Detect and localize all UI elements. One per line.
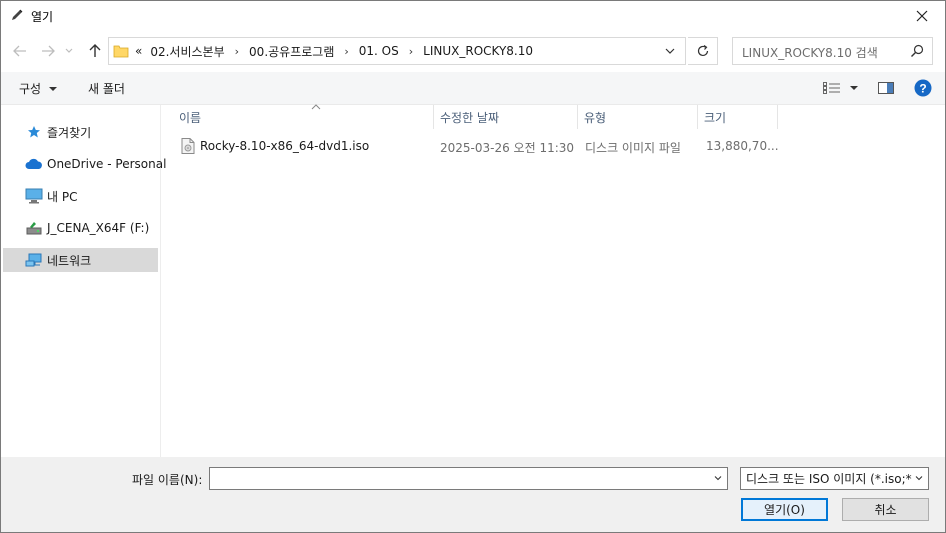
breadcrumb-separator-icon[interactable]: › [235, 45, 239, 58]
search-box[interactable]: LINUX_ROCKY8.10 검색 [732, 37, 933, 65]
preview-pane-button[interactable] [878, 78, 894, 98]
sidebar-item-this-pc[interactable]: 내 PC [3, 184, 158, 208]
help-button[interactable]: ? [914, 78, 932, 98]
new-folder-button[interactable]: 새 폴더 [88, 80, 125, 97]
column-header-size-label: 크기 [704, 110, 727, 125]
file-type: 디스크 이미지 파일 [585, 141, 681, 155]
file-list: 이름 수정한 날짜 유형 크기 Rocky-8.10-x86_64-dvd1.i… [161, 104, 945, 457]
column-header-type-label: 유형 [584, 110, 607, 125]
navigation-pane: 즐겨찾기 OneDrive - Personal 내 PC J_CENA_X64… [1, 105, 166, 457]
open-button[interactable]: 열기(O) [741, 498, 828, 521]
breadcrumb-separator-icon[interactable]: › [344, 45, 348, 58]
sidebar-item-drive-f[interactable]: J_CENA_X64F (F:) [3, 216, 158, 240]
breadcrumb-item[interactable]: 01. OS [359, 44, 399, 58]
breadcrumb-separator-icon[interactable]: › [409, 45, 413, 58]
preview-pane-icon [878, 82, 894, 94]
forward-arrow-icon [42, 45, 55, 57]
disc-image-file-icon [181, 138, 195, 154]
sidebar-item-label: 즐겨찾기 [47, 125, 92, 140]
back-button[interactable] [9, 39, 31, 63]
sidebar-item-favorites[interactable]: 즐겨찾기 [3, 120, 158, 144]
filename-label: 파일 이름(N): [132, 473, 203, 487]
up-button[interactable] [84, 39, 106, 63]
filetype-select[interactable]: 디스크 또는 ISO 이미지 (*.iso;* [740, 467, 929, 490]
chevron-down-icon [65, 48, 73, 53]
address-bar[interactable]: « 02.서비스본부 › 00.공유프로그램 › 01. OS › LINUX_… [108, 37, 686, 65]
svg-text:?: ? [919, 82, 926, 96]
column-header-name-label: 이름 [179, 110, 202, 125]
cloud-icon [25, 156, 43, 172]
back-arrow-icon [13, 45, 26, 57]
chevron-down-icon[interactable] [713, 473, 723, 483]
filetype-value: 디스크 또는 ISO 이미지 (*.iso;* [746, 472, 912, 486]
dialog-title: 열기 [31, 10, 54, 24]
column-header-size[interactable]: 크기 [698, 105, 778, 129]
column-header-name[interactable]: 이름 [173, 104, 434, 129]
close-icon [916, 10, 928, 22]
search-placeholder: LINUX_ROCKY8.10 검색 [742, 46, 878, 60]
breadcrumb-item[interactable]: 02.서비스본부 [150, 43, 224, 60]
network-icon [25, 252, 43, 268]
dialog-footer: 파일 이름(N): 디스크 또는 ISO 이미지 (*.iso;* 열기(O) … [1, 457, 945, 532]
organize-label: 구성 [19, 82, 42, 96]
forward-button[interactable] [37, 39, 59, 63]
breadcrumb-item-current[interactable]: LINUX_ROCKY8.10 [423, 44, 533, 58]
close-button[interactable] [899, 1, 945, 31]
folder-icon [113, 45, 129, 58]
file-modified: 2025-03-26 오전 11:30 [440, 141, 575, 155]
sidebar-item-label: 네트워크 [47, 253, 92, 268]
search-icon [911, 44, 924, 57]
details-view-icon [823, 82, 840, 94]
column-header-modified[interactable]: 수정한 날짜 [434, 105, 578, 129]
sidebar-item-label: 내 PC [47, 189, 78, 204]
help-icon: ? [914, 79, 932, 97]
chevron-down-icon [850, 86, 858, 90]
file-row[interactable]: Rocky-8.10-x86_64-dvd1.iso 2025-03-26 오전… [179, 135, 779, 157]
column-header-type[interactable]: 유형 [578, 105, 698, 129]
organize-menu[interactable]: 구성 [19, 80, 58, 97]
title-bar: 열기 [1, 1, 945, 31]
sidebar-item-network[interactable]: 네트워크 [3, 248, 158, 272]
refresh-icon [697, 45, 708, 57]
view-options-button[interactable] [823, 78, 859, 98]
up-arrow-icon [89, 44, 101, 57]
sort-ascending-icon [311, 104, 321, 110]
star-icon [25, 124, 43, 140]
file-size: 13,880,70... [706, 139, 779, 153]
chevron-down-icon [914, 473, 924, 483]
cancel-button[interactable]: 취소 [842, 498, 929, 521]
new-folder-label: 새 폴더 [88, 82, 125, 96]
column-header-modified-label: 수정한 날짜 [440, 110, 500, 125]
breadcrumb-item[interactable]: 00.공유프로그램 [249, 43, 334, 60]
filename-input[interactable] [209, 467, 728, 490]
sidebar-item-onedrive[interactable]: OneDrive - Personal [3, 152, 166, 176]
drive-icon [25, 220, 43, 236]
address-dropdown-icon[interactable] [663, 44, 677, 58]
chevron-down-icon [49, 86, 58, 91]
sidebar-item-label: OneDrive - Personal [47, 157, 167, 171]
computer-icon [25, 188, 43, 204]
open-file-dialog: 열기 « 02.서비스본부 › 00.공유프로그램 › 01. OS › LIN… [0, 0, 946, 533]
refresh-button[interactable] [688, 37, 718, 65]
overflow-crumb[interactable]: « [135, 44, 142, 58]
pen-icon [12, 9, 23, 20]
sidebar-item-label: J_CENA_X64F (F:) [47, 221, 150, 235]
command-bar: 구성 새 폴더 ? [1, 72, 945, 105]
navigation-bar: « 02.서비스본부 › 00.공유프로그램 › 01. OS › LINUX_… [1, 31, 945, 71]
file-name: Rocky-8.10-x86_64-dvd1.iso [200, 139, 370, 153]
recent-locations-button[interactable] [61, 39, 77, 63]
